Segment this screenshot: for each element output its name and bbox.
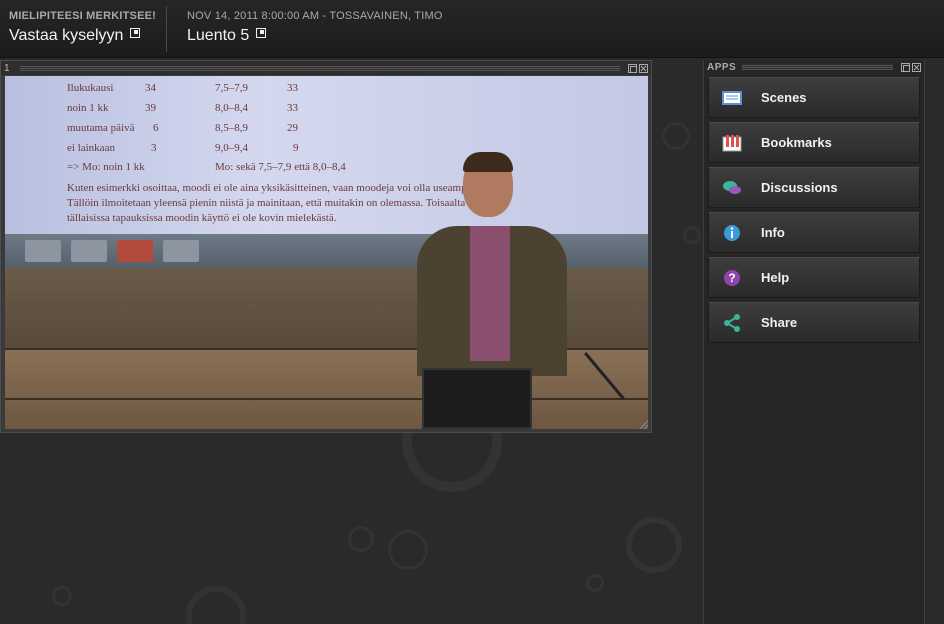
app-info-button[interactable]: Info [708,212,920,253]
slide-cell: 3 [151,142,157,154]
slide-cell: muutama päivä [67,122,135,134]
close-icon[interactable] [912,62,921,72]
background-ring [683,226,701,244]
slide-cell: 7,5–7,9 [215,82,248,94]
header-divider [166,6,167,52]
slide-cell: Ilukukausi [67,82,114,94]
taskbar-item [71,240,107,262]
app-label: Bookmarks [761,135,832,150]
slide-cell: ei lainkaan [67,142,115,154]
app-label: Share [761,315,798,330]
video-panel-titlebar[interactable]: 1 [1,61,651,75]
lectern-monitor [422,368,532,429]
app-label: Help [761,270,790,285]
share-icon [721,312,743,334]
lecture-title-link[interactable]: Luento 5 [187,27,443,45]
slide-cell: 34 [145,82,156,94]
background-ring [586,574,604,592]
apps-panel: APPS Scenes Bookmarks Discussions Info ?… [703,60,925,624]
taskbar-item [163,240,199,262]
app-scenes-button[interactable]: Scenes [708,77,920,118]
slide-cell: 33 [287,82,298,94]
survey-link-label: Vastaa kyselyyn [9,27,124,44]
slide-summary: => Mo: noin 1 kk [67,161,145,173]
info-icon [721,222,743,244]
app-discussions-button[interactable]: Discussions [708,167,920,208]
drag-handle[interactable] [20,65,620,71]
projected-slide: Ilukukausi 34 7,5–7,9 33 noin 1 kk 39 8,… [5,76,648,238]
survey-block: MIELIPITEESI MERKITSEE! Vastaa kyselyyn [9,10,156,45]
slide-cell: 29 [287,122,298,134]
slide-paragraph-line: Tällöin ilmoitetaan yleensä pienin niist… [67,197,466,209]
apps-titlebar[interactable]: APPS [704,60,924,74]
lecture-title: Luento 5 [187,27,250,44]
help-icon: ? [721,267,743,289]
discussions-icon [721,177,743,199]
speaker-hair [463,152,513,172]
bookmarks-icon [721,132,743,154]
apps-title: APPS [707,61,737,73]
video-player[interactable]: Ilukukausi 34 7,5–7,9 33 noin 1 kk 39 8,… [5,76,648,429]
scenes-icon [721,87,743,109]
close-icon[interactable] [639,63,648,73]
app-label: Info [761,225,785,240]
resize-handle[interactable] [639,420,648,429]
slide-cell: 9 [293,142,299,154]
svg-text:?: ? [728,271,735,285]
slide-cell: noin 1 kk [67,102,109,114]
taskbar-item [25,240,61,262]
slide-cell: 9,0–9,4 [215,142,248,154]
panel-number: 1 [4,62,10,74]
slide-summary: Mo: sekä 7,5–7,9 että 8,0–8,4 [215,161,346,173]
background-ring [662,122,690,150]
external-link-icon [130,28,141,38]
background-ring [52,586,72,606]
speaker-shirt [470,226,510,361]
slide-cell: 8,0–8,4 [215,102,248,114]
stage-edge [5,398,648,400]
app-share-button[interactable]: Share [708,302,920,343]
background-ring [626,517,682,573]
maximize-icon[interactable] [628,63,637,73]
survey-link[interactable]: Vastaa kyselyyn [9,27,156,45]
top-header: MIELIPITEESI MERKITSEE! Vastaa kyselyyn … [0,0,944,58]
taskbar-item [117,240,153,262]
slide-cell: 6 [153,122,159,134]
app-help-button[interactable]: ? Help [708,257,920,298]
background-ring [186,586,246,624]
slide-paragraph-line: tällaisissa tapauksissa moodin käyttö ei… [67,212,337,224]
app-label: Scenes [761,90,807,105]
video-panel: 1 Ilukukausi 34 7,5–7,9 33 noin 1 kk 39 … [0,60,652,433]
slide-cell: 8,5–8,9 [215,122,248,134]
slide-cell: 33 [287,102,298,114]
maximize-icon[interactable] [901,62,910,72]
background-ring [388,530,428,570]
lecture-block: NOV 14, 2011 8:00:00 AM - TOSSAVAINEN, T… [187,10,443,45]
survey-caption: MIELIPITEESI MERKITSEE! [9,10,157,22]
slide-cell: 39 [145,102,156,114]
external-link-icon [256,28,267,38]
slide-paragraph-line: Kuten esimerkki osoittaa, moodi ei ole a… [67,182,478,194]
lecture-meta: NOV 14, 2011 8:00:00 AM - TOSSAVAINEN, T… [187,10,443,22]
background-ring [348,526,374,552]
drag-handle[interactable] [742,64,893,70]
app-bookmarks-button[interactable]: Bookmarks [708,122,920,163]
app-label: Discussions [761,180,838,195]
